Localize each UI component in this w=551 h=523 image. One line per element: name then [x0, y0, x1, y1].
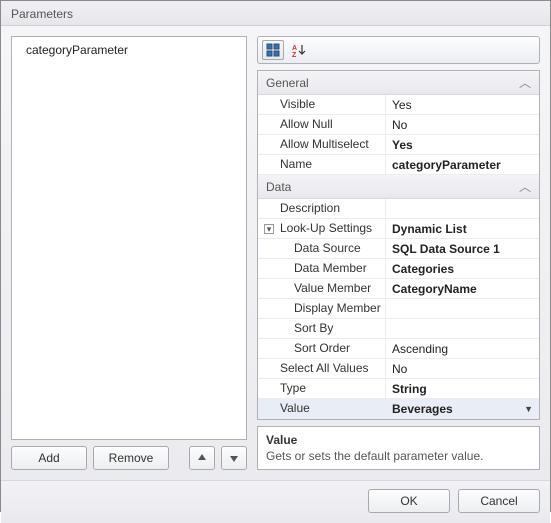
list-buttons: Add Remove — [11, 446, 247, 470]
prop-value[interactable]: CategoryName — [386, 279, 539, 298]
prop-row-visible[interactable]: Visible Yes — [258, 95, 539, 115]
prop-name: Data Member — [258, 259, 386, 278]
prop-value[interactable]: No — [386, 115, 539, 134]
prop-name: Select All Values — [258, 359, 386, 378]
prop-value[interactable]: SQL Data Source 1 — [386, 239, 539, 258]
prop-row-data-member[interactable]: Data Member Categories — [258, 259, 539, 279]
cancel-button[interactable]: Cancel — [458, 489, 540, 513]
categorized-icon — [266, 43, 280, 57]
prop-row-name[interactable]: Name categoryParameter — [258, 155, 539, 175]
prop-value-text: Beverages — [392, 402, 453, 416]
prop-name: Type — [258, 379, 386, 398]
alphabetical-button[interactable]: A Z — [288, 40, 310, 60]
prop-name: Description — [258, 199, 386, 218]
prop-name: Data Source — [258, 239, 386, 258]
prop-value[interactable] — [386, 319, 539, 338]
categorized-button[interactable] — [262, 40, 284, 60]
prop-name: Look-Up Settings — [258, 219, 386, 238]
category-data[interactable]: Data ︿ — [258, 175, 539, 199]
prop-value[interactable]: Beverages ▼ — [386, 399, 539, 418]
description-title: Value — [266, 433, 531, 447]
left-panel: categoryParameter Add Remove — [11, 36, 247, 470]
prop-name: Visible — [258, 95, 386, 114]
prop-value[interactable]: Yes — [386, 95, 539, 114]
dialog-content: categoryParameter Add Remove — [1, 26, 550, 480]
prop-row-type[interactable]: Type String — [258, 379, 539, 399]
prop-row-value-member[interactable]: Value Member CategoryName — [258, 279, 539, 299]
prop-value[interactable]: Categories — [386, 259, 539, 278]
collapse-icon: ︿ — [519, 74, 531, 91]
dropdown-icon[interactable]: ▼ — [524, 404, 533, 414]
expand-toggle[interactable]: ▾ — [264, 224, 274, 234]
move-down-button[interactable] — [221, 446, 247, 470]
category-label: General — [266, 76, 309, 90]
description-text: Gets or sets the default parameter value… — [266, 449, 531, 463]
prop-name: Sort Order — [258, 339, 386, 358]
prop-value[interactable]: categoryParameter — [386, 155, 539, 174]
arrow-up-icon — [197, 453, 207, 463]
prop-value[interactable]: Ascending — [386, 339, 539, 358]
category-general[interactable]: General ︿ — [258, 71, 539, 95]
prop-row-sort-by[interactable]: Sort By — [258, 319, 539, 339]
property-grid[interactable]: General ︿ Visible Yes Allow Null No Allo… — [257, 70, 540, 420]
prop-row-allow-multiselect[interactable]: Allow Multiselect Yes — [258, 135, 539, 155]
description-pane: Value Gets or sets the default parameter… — [257, 426, 540, 470]
prop-name: Display Member — [258, 299, 386, 318]
prop-name: Sort By — [258, 319, 386, 338]
category-label: Data — [266, 180, 291, 194]
prop-row-allow-null[interactable]: Allow Null No — [258, 115, 539, 135]
prop-name: Allow Null — [258, 115, 386, 134]
prop-row-sort-order[interactable]: Sort Order Ascending — [258, 339, 539, 359]
dialog-title: Parameters — [1, 1, 550, 26]
prop-name: Value — [258, 399, 386, 418]
prop-row-description[interactable]: Description — [258, 199, 539, 219]
svg-text:Z: Z — [292, 52, 297, 57]
prop-row-value[interactable]: Value Beverages ▼ — [258, 399, 539, 419]
remove-button[interactable]: Remove — [93, 446, 169, 470]
prop-row-select-all-values[interactable]: Select All Values No — [258, 359, 539, 379]
prop-value[interactable]: No — [386, 359, 539, 378]
list-item[interactable]: categoryParameter — [12, 41, 246, 59]
alphabetical-icon: A Z — [292, 43, 306, 57]
arrow-down-icon — [229, 453, 239, 463]
collapse-icon: ︿ — [519, 178, 531, 195]
prop-value[interactable]: Yes — [386, 135, 539, 154]
prop-value[interactable]: String — [386, 379, 539, 398]
prop-value[interactable] — [386, 299, 539, 318]
move-up-button[interactable] — [189, 446, 215, 470]
dialog-footer: OK Cancel — [1, 480, 550, 523]
prop-row-data-source[interactable]: Data Source SQL Data Source 1 — [258, 239, 539, 259]
prop-name: Name — [258, 155, 386, 174]
prop-value[interactable] — [386, 199, 539, 218]
parameter-list[interactable]: categoryParameter — [11, 36, 247, 440]
propgrid-toolbar: A Z — [257, 36, 540, 64]
svg-text:A: A — [292, 45, 297, 52]
right-panel: A Z General ︿ Visible Yes — [257, 36, 540, 470]
prop-row-display-member[interactable]: Display Member — [258, 299, 539, 319]
add-button[interactable]: Add — [11, 446, 87, 470]
ok-button[interactable]: OK — [368, 489, 450, 513]
prop-row-lookup-settings[interactable]: ▾ Look-Up Settings Dynamic List — [258, 219, 539, 239]
prop-name: Allow Multiselect — [258, 135, 386, 154]
parameters-dialog: Parameters categoryParameter Add Remove — [0, 0, 551, 512]
main-area: categoryParameter Add Remove — [11, 36, 540, 470]
prop-value[interactable]: Dynamic List — [386, 219, 539, 238]
prop-name: Value Member — [258, 279, 386, 298]
